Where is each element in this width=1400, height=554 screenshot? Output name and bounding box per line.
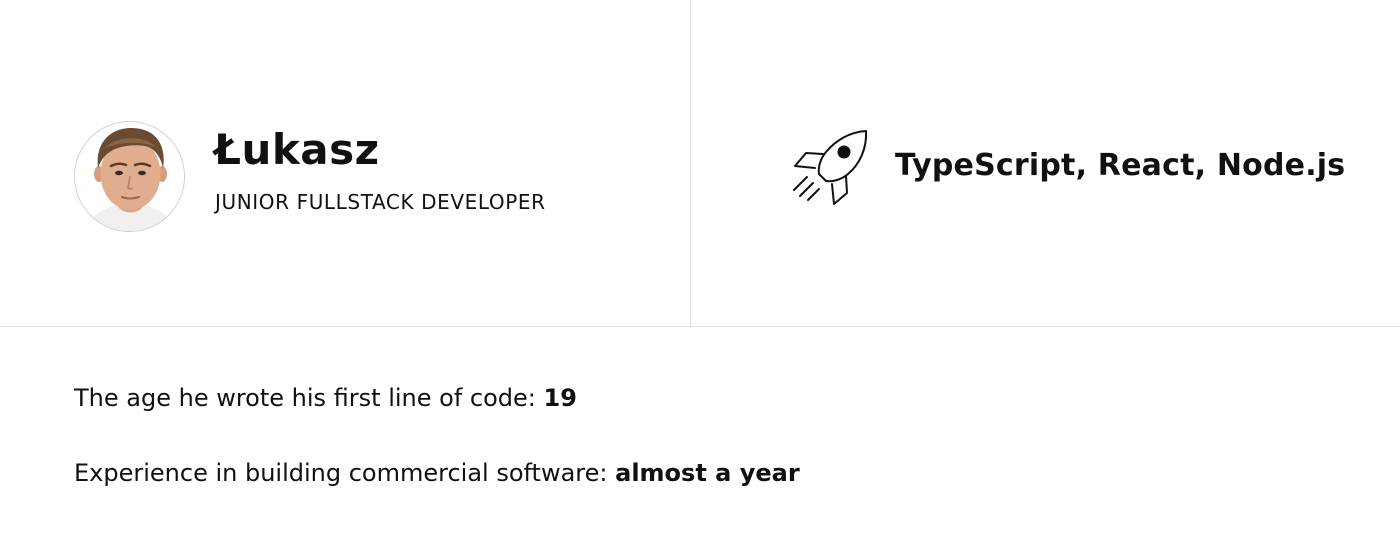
fact-commercial-experience: Experience in building commercial softwa… <box>74 458 800 488</box>
tech-stack-text: TypeScript, React, Node.js <box>895 148 1346 183</box>
profile-name: Łukasz <box>214 125 380 174</box>
avatar <box>74 121 185 232</box>
fact-value: 19 <box>543 384 577 412</box>
profile-role: JUNIOR FULLSTACK DEVELOPER <box>215 190 546 214</box>
fact-label: The age he wrote his first line of code: <box>74 384 544 412</box>
fact-first-code-age: The age he wrote his first line of code:… <box>74 383 577 413</box>
profile-panel: Łukasz JUNIOR FULLSTACK DEVELOPER <box>0 0 691 326</box>
fact-value: almost a year <box>615 459 800 487</box>
person-portrait-avatar <box>75 122 184 231</box>
rocket-icon <box>793 130 868 205</box>
fact-label: Experience in building commercial softwa… <box>74 459 616 487</box>
